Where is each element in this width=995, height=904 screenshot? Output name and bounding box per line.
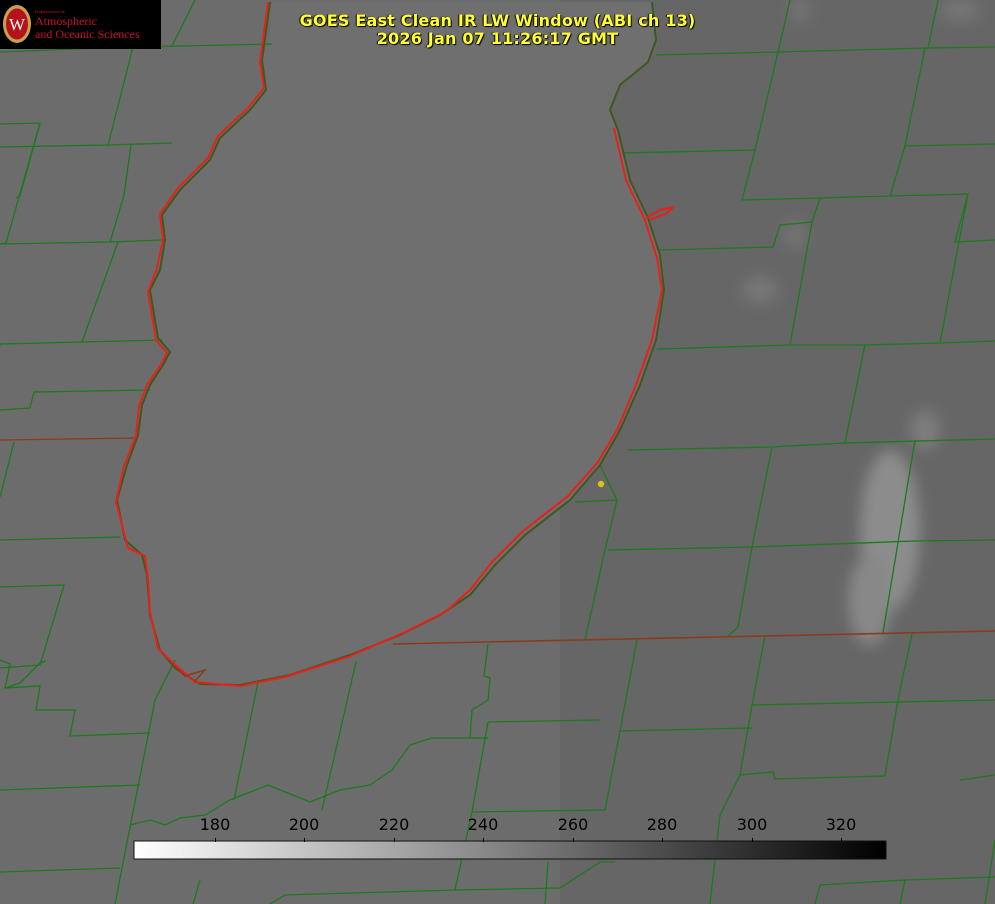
land-field-east — [560, 0, 995, 904]
colorbar-tick-mark — [394, 838, 395, 842]
colorbar-tick-mark — [841, 838, 842, 842]
satellite-map: W Department of Atmospheric and Oceanic … — [0, 0, 995, 904]
colorbar-tick-label: 220 — [378, 815, 410, 834]
colorbar-tick-label: 200 — [288, 815, 320, 834]
map-canvas — [0, 0, 995, 904]
colorbar-tick-label: 280 — [646, 815, 678, 834]
colorbar-tick-label: 240 — [467, 815, 499, 834]
colorbar-tick-label: 300 — [736, 815, 768, 834]
colorbar-tick-mark — [573, 838, 574, 842]
product-title: GOES East Clean IR LW Window (ABI ch 13) — [299, 11, 696, 30]
colorbar-tick-mark — [662, 838, 663, 842]
colorbar-tick-label: 320 — [825, 815, 857, 834]
colorbar-tick-mark — [304, 838, 305, 842]
location-marker — [597, 480, 605, 488]
colorbar-tick-mark — [752, 838, 753, 842]
colorbar-tick-label: 260 — [557, 815, 589, 834]
colorbar-tick-label: 180 — [199, 815, 231, 834]
colorbar-tick-mark — [483, 838, 484, 842]
colorbar — [133, 840, 887, 860]
timestamp: 2026 Jan 07 11:26:17 GMT — [376, 29, 619, 48]
colorbar-tick-mark — [215, 838, 216, 842]
